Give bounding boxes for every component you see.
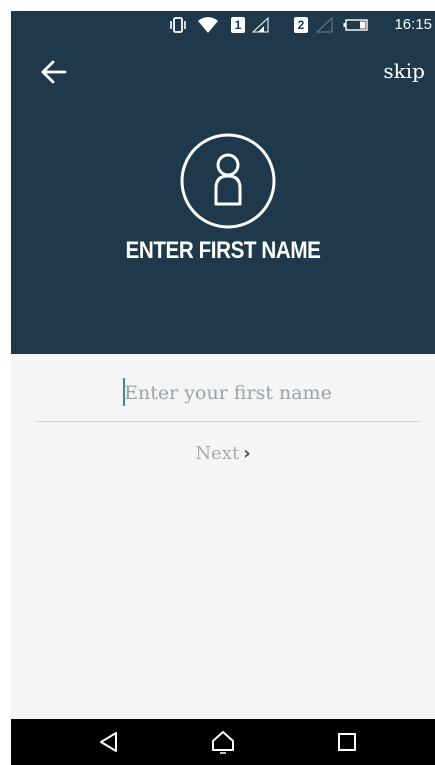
navigation-bar <box>11 719 435 765</box>
nav-recents-button[interactable] <box>317 719 377 765</box>
home-icon <box>212 731 234 754</box>
recents-icon <box>338 733 356 751</box>
nav-back-button[interactable] <box>79 719 139 765</box>
arrow-left-icon <box>41 60 67 84</box>
signal-icon <box>252 15 270 35</box>
user-avatar-icon <box>179 132 277 230</box>
screen: 1 2 16:15 skip ENTER FIRST NAME Enter yo… <box>11 11 435 765</box>
vibrate-icon <box>168 15 188 35</box>
signal-empty-icon <box>316 15 334 35</box>
clock-time: 16:15 <box>394 16 432 33</box>
back-button[interactable] <box>37 57 71 87</box>
input-underline <box>35 421 421 422</box>
battery-icon <box>343 15 369 35</box>
wifi-icon <box>197 15 219 35</box>
text-caret <box>123 378 125 406</box>
sim1-badge: 1 <box>231 15 245 35</box>
back-triangle-icon <box>100 732 117 752</box>
first-name-field-container <box>35 373 421 421</box>
next-label: Next <box>195 443 240 464</box>
sim2-badge: 2 <box>294 15 308 35</box>
page-title: ENTER FIRST NAME <box>125 237 321 264</box>
next-button[interactable]: Next › <box>11 443 435 464</box>
first-name-input[interactable] <box>35 373 421 413</box>
header: 1 2 16:15 skip ENTER FIRST NAME <box>11 11 435 354</box>
chevron-right-icon: › <box>243 443 251 464</box>
skip-button[interactable]: skip <box>383 59 425 83</box>
status-bar: 1 2 16:15 <box>11 11 435 41</box>
nav-home-button[interactable] <box>193 719 253 765</box>
